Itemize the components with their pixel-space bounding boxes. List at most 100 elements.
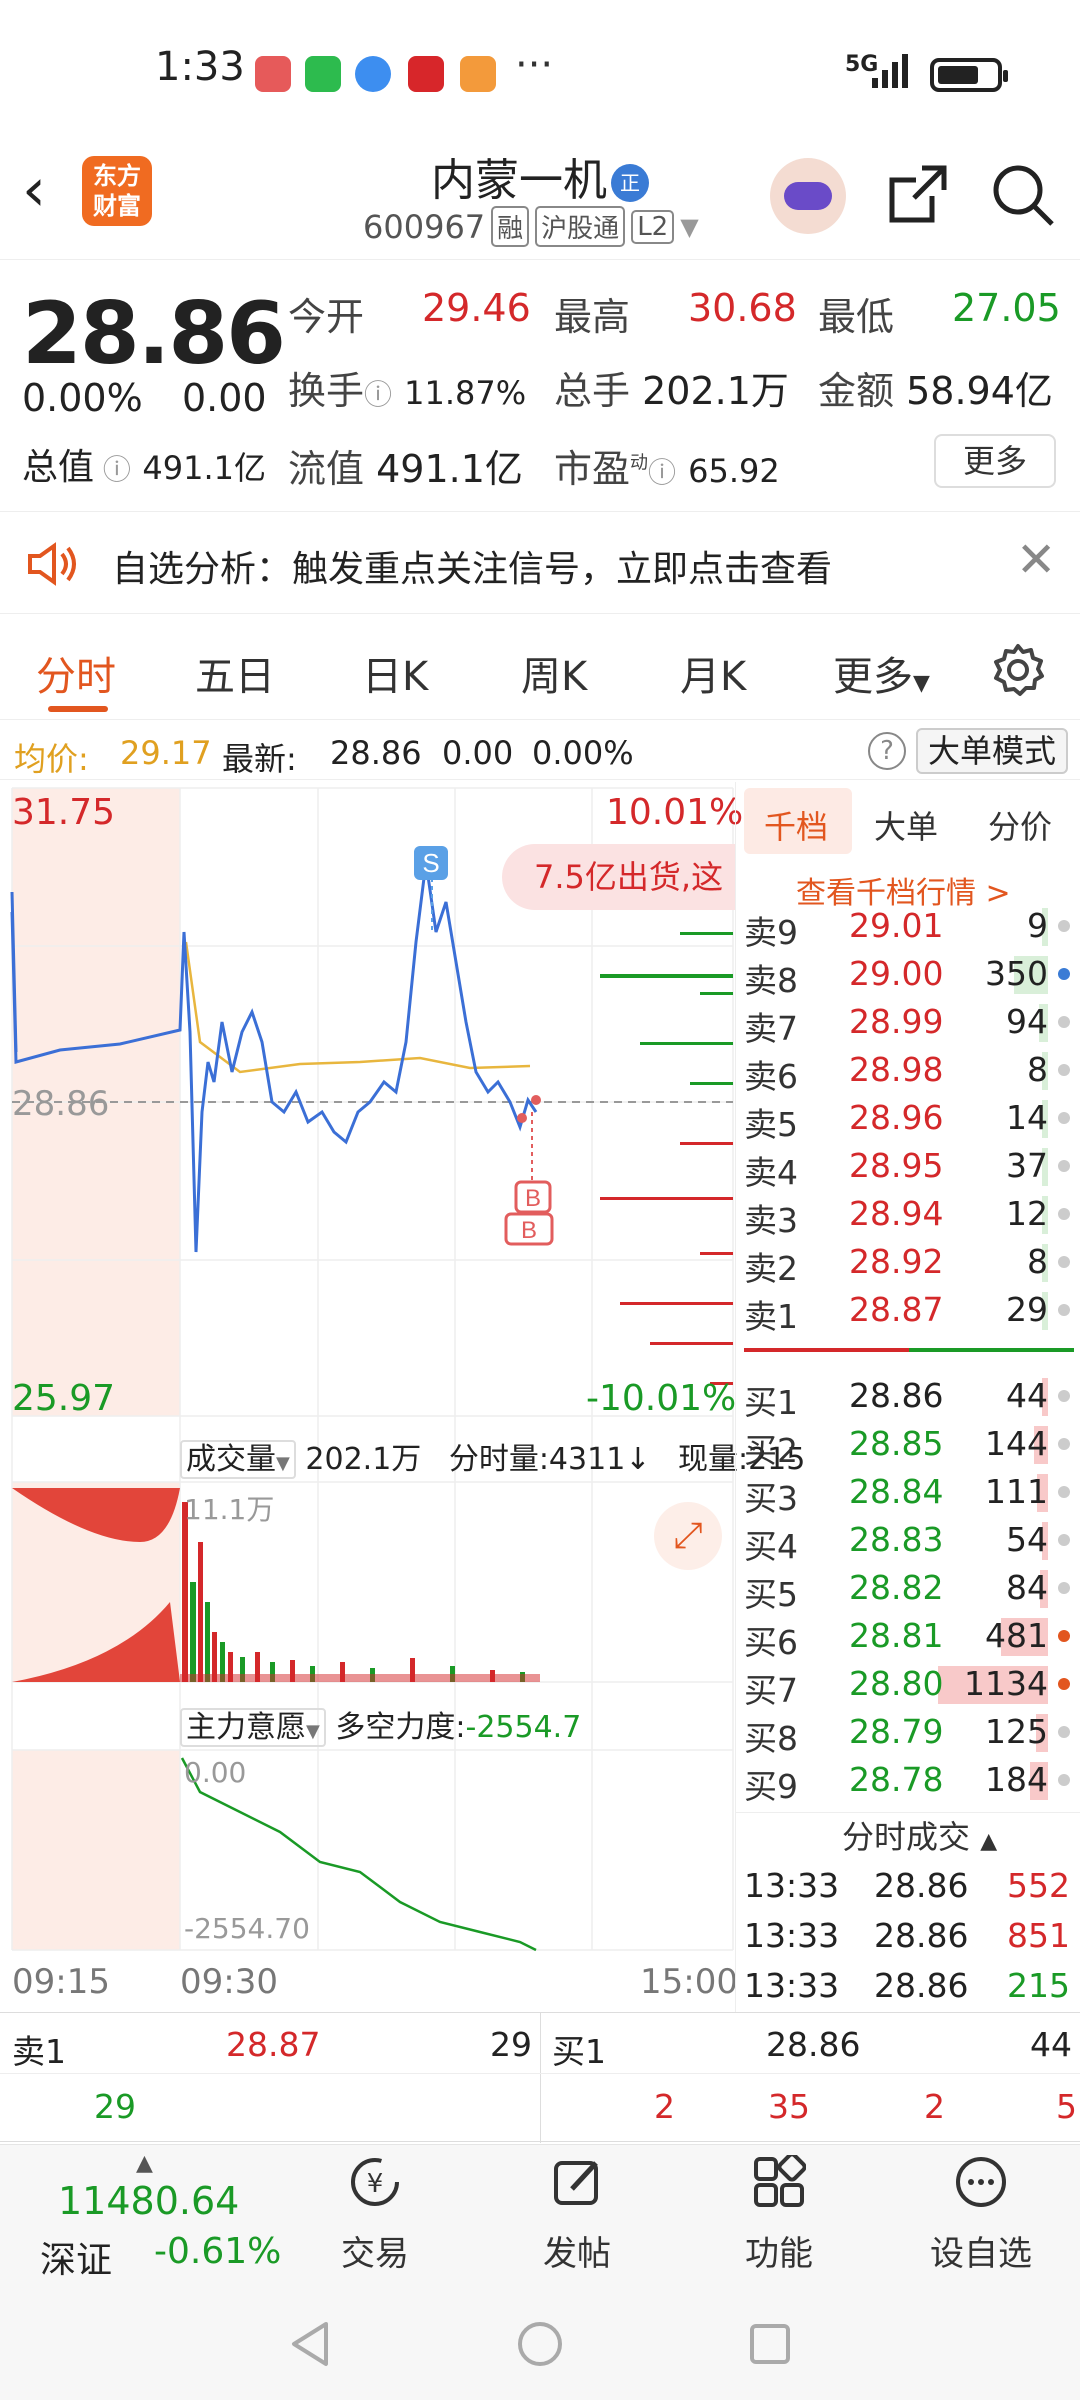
svg-text:¥: ¥ (367, 2169, 384, 2199)
status-time: 1:33 (155, 44, 245, 90)
level-dot (1058, 920, 1070, 932)
level-label: 卖5 (744, 1105, 798, 1144)
time-close: 15:00 (640, 1962, 738, 2002)
level-price: 28.87 (849, 1290, 944, 1329)
bid-row[interactable]: 买3 28.84 111 (744, 1468, 1074, 1518)
status-bar: 1:33 ··· 5G (0, 0, 1080, 140)
tab-weekly-k[interactable]: 周K (521, 644, 587, 702)
search-icon[interactable] (988, 160, 1058, 230)
tab-more[interactable]: 更多▼ (833, 644, 930, 702)
ask-row[interactable]: 卖3 28.94 12 (744, 1190, 1074, 1240)
tab-monthly-k[interactable]: 月K (680, 644, 746, 702)
ask-row[interactable]: 卖2 28.92 8 (744, 1238, 1074, 1288)
level-volume: 54 (1006, 1520, 1048, 1559)
bid-row[interactable]: 买2 28.85 144 (744, 1420, 1074, 1470)
buy-marker-text-2: B (521, 1217, 537, 1244)
bid-row[interactable]: 买8 28.79 125 (744, 1708, 1074, 1758)
level-volume: 350 (985, 954, 1048, 993)
open-label: 今开 (288, 295, 365, 339)
close-icon[interactable]: ✕ (1016, 532, 1056, 588)
ask-row[interactable]: 卖9 29.01 9 (744, 902, 1074, 952)
nav-home-icon[interactable] (516, 2320, 564, 2368)
speaker-icon (28, 542, 76, 586)
alert-bubble[interactable]: 7.5亿出货,这 (502, 844, 735, 910)
intraday-chart[interactable]: S B B 31.75 10.01% 28.86 25.97 -10.01% 7… (0, 782, 805, 2012)
expand-icon[interactable]: ⤢ (654, 1502, 722, 1570)
bid-row[interactable]: 买9 28.78 184 (744, 1756, 1074, 1806)
bid-row[interactable]: 买1 28.86 44 (744, 1372, 1074, 1422)
avg-value: 29.17 (120, 734, 212, 772)
level-price: 29.00 (849, 954, 944, 993)
ai-assistant-icon[interactable] (770, 158, 846, 234)
last-label: 最新: (222, 740, 297, 778)
bid-row[interactable]: 买5 28.82 84 (744, 1564, 1074, 1614)
tick-price: 28.86 (874, 1966, 969, 2005)
nav-trade[interactable]: ¥ 交易 (300, 2155, 450, 2275)
indicator-selector[interactable]: 主力意愿▼ (180, 1708, 326, 1747)
ask-row[interactable]: 卖1 28.87 29 (744, 1286, 1074, 1336)
nav-recents-icon[interactable] (748, 2322, 792, 2366)
float-label: 流值 (288, 447, 365, 491)
level-volume: 44 (1006, 1376, 1048, 1415)
tick-time: 13:33 (744, 1866, 840, 1905)
ask-row[interactable]: 卖8 29.00 350 (744, 950, 1074, 1000)
level-volume: 125 (985, 1712, 1048, 1751)
index-change: -0.61% (154, 2231, 282, 2272)
stock-code-row: 600967 融 沪股通 L2 ▼ (363, 206, 699, 247)
tab-big-order[interactable]: 大单 (874, 802, 938, 848)
level2-tag: L2 (631, 209, 675, 244)
tab-full-depth[interactable]: 千档 (764, 802, 828, 848)
tab-5day[interactable]: 五日 (195, 644, 275, 702)
turnover-value: 11.87% (404, 374, 527, 412)
nav-back-icon[interactable] (288, 2320, 332, 2368)
help-icon[interactable]: ? (868, 732, 906, 770)
time-open: 09:30 (180, 1962, 278, 2002)
level-label: 买4 (744, 1527, 798, 1566)
chart-tabs: 分时 五日 日K 周K 月K 更多▼ (0, 620, 1080, 720)
level-dot (1058, 1064, 1070, 1076)
level-volume: 481 (985, 1616, 1048, 1655)
level-label: 买9 (744, 1767, 798, 1806)
pe-value: 65.92 (688, 452, 780, 490)
notice-bar[interactable]: 自选分析：触发重点关注信号，立即点击查看 ✕ (0, 514, 1080, 614)
change-pct: 0.00% (22, 376, 143, 420)
big-order-mode-button[interactable]: 大单模式 (916, 728, 1069, 774)
more-button[interactable]: 更多 (934, 434, 1056, 488)
volume-selector[interactable]: 成交量▼ (180, 1440, 296, 1479)
share-icon[interactable] (882, 160, 952, 230)
bid-row[interactable]: 买4 28.83 54 (744, 1516, 1074, 1566)
last-value: 28.86 (330, 734, 422, 772)
bid-row[interactable]: 买7 28.80 1134 (744, 1660, 1074, 1710)
y-max-label: 31.75 (12, 792, 116, 833)
active-tab-indicator (48, 706, 108, 712)
summary-bid-price: 28.86 (766, 2025, 861, 2064)
tab-price-dist[interactable]: 分价 (988, 802, 1052, 848)
nav-post[interactable]: 发帖 (502, 2155, 652, 2275)
main-force-label: 多空力度: (335, 1710, 466, 1745)
ask-row[interactable]: 卖6 28.98 8 (744, 1046, 1074, 1096)
ticks-title[interactable]: 分时成交 ▲ (842, 1812, 997, 1858)
stock-header: ‹ 东方 财富 内蒙一机正 600967 融 沪股通 L2 ▼ (0, 130, 1080, 260)
nav-functions[interactable]: 功能 (704, 2152, 854, 2275)
level-price: 28.99 (849, 1002, 944, 1041)
gear-icon[interactable] (990, 642, 1046, 698)
volume-total: 202.1万 (305, 1442, 422, 1477)
level-price: 28.82 (849, 1568, 944, 1607)
tab-intraday[interactable]: 分时 (36, 644, 116, 702)
index-name: 深证 (40, 2240, 113, 2281)
index-ticker[interactable]: ▲ 11480.64 深证 -0.61% (40, 2151, 300, 2281)
summary-bid-vol: 44 (1030, 2025, 1072, 2064)
nav-add-watchlist[interactable]: 设自选 (906, 2155, 1056, 2275)
ask-row[interactable]: 卖5 28.96 14 (744, 1094, 1074, 1144)
ask-row[interactable]: 卖4 28.95 37 (744, 1142, 1074, 1192)
order-book: 千档 大单 分价 查看千档行情 > 卖9 29.01 9 卖8 29.00 350 卖7 28… (735, 782, 1080, 2012)
volume-value: 202.1万 (642, 369, 789, 413)
pe-sup: 动 (630, 452, 649, 474)
level-volume: 1134 (964, 1664, 1048, 1703)
tab-daily-k[interactable]: 日K (362, 644, 428, 702)
depth-bars (600, 882, 733, 1385)
bid-row[interactable]: 买6 28.81 481 (744, 1612, 1074, 1662)
level-volume: 9 (1027, 906, 1048, 945)
level-dot (1058, 1678, 1070, 1690)
ask-row[interactable]: 卖7 28.99 94 (744, 998, 1074, 1048)
